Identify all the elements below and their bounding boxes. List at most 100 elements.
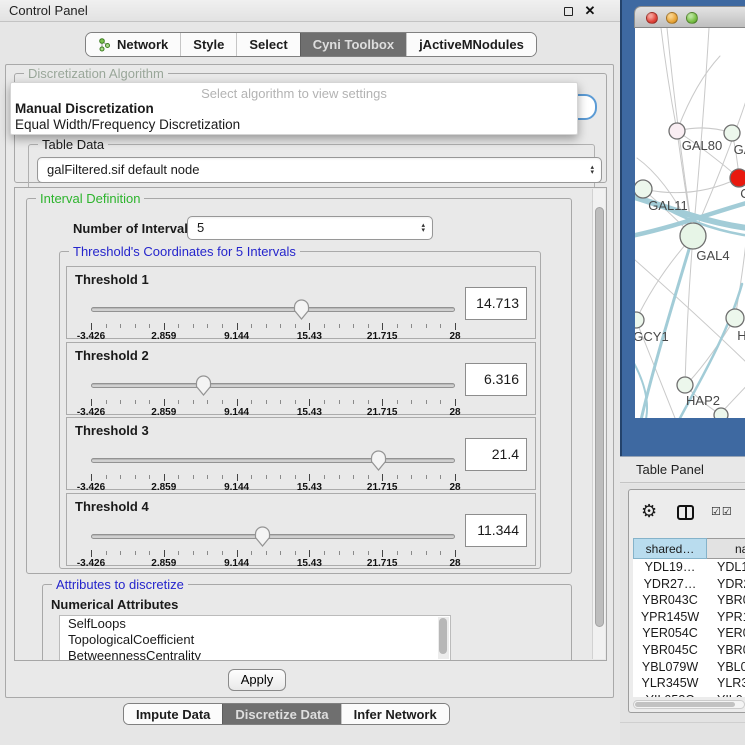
cell-name[interactable]: YLR3 (707, 675, 745, 692)
slider-tick (135, 475, 136, 479)
cell-shared-name[interactable]: YBR045C (633, 642, 707, 659)
gear-icon[interactable]: ⚙ (641, 501, 657, 521)
network-node[interactable] (714, 408, 728, 418)
tab-impute-data[interactable]: Impute Data (124, 704, 222, 724)
cell-name[interactable]: YBL0 (707, 659, 745, 676)
threshold-coordinates-group-title: Threshold's Coordinates for 5 Intervals (69, 244, 300, 259)
threshold-slider[interactable]: -3.4262.8599.14415.4321.71528 (91, 375, 455, 415)
algorithm-option-manual-discretization[interactable]: Manual Discretization (11, 101, 577, 117)
apply-button[interactable]: Apply (228, 669, 286, 691)
table-row[interactable]: YBR043CYBR0 (633, 592, 745, 609)
tab-cyni-toolbox[interactable]: Cyni Toolbox (300, 33, 406, 56)
close-window-button[interactable]: ✕ (580, 0, 600, 22)
network-node-gal4[interactable] (680, 223, 706, 249)
table-row[interactable]: YER054CYER0 (633, 625, 745, 642)
tab-network[interactable]: Network (86, 33, 180, 56)
threshold-value-field[interactable]: 14.713 (465, 287, 527, 320)
settings-vertical-scrollbar[interactable] (592, 189, 605, 659)
cell-shared-name[interactable]: YDL19… (633, 559, 707, 576)
network-node-gal80[interactable] (669, 123, 685, 139)
threshold-value-field[interactable]: 6.316 (465, 363, 527, 396)
slider-tick (440, 324, 441, 328)
attribute-item-selfloops[interactable]: SelfLoops (60, 616, 450, 632)
table-row[interactable]: YPR145WYPR1 (633, 609, 745, 626)
slider-track[interactable] (91, 534, 455, 539)
slider-tick (237, 399, 238, 406)
threshold-value-field[interactable]: 11.344 (465, 514, 527, 547)
tab-jactivemnodules[interactable]: jActiveMNodules (406, 33, 536, 56)
tab-discretize-data[interactable]: Discretize Data (222, 704, 340, 724)
cell-shared-name[interactable]: YPR145W (633, 609, 707, 626)
column-header-shared-name[interactable]: shared… (633, 538, 707, 559)
slider-tick (149, 475, 150, 479)
table-hscrollbar-thumb[interactable] (635, 702, 735, 707)
table-row[interactable]: YBR045CYBR0 (633, 642, 745, 659)
zoom-traffic-light-icon[interactable] (686, 12, 698, 24)
cell-name[interactable]: YBR0 (707, 642, 745, 659)
settings-scrollbar-thumb[interactable] (595, 207, 604, 627)
cell-name[interactable]: YDL1 (707, 559, 745, 576)
cell-shared-name[interactable]: YIL053C (633, 692, 707, 697)
cell-name[interactable]: YIL0 (707, 692, 743, 697)
table-row[interactable]: YIL053CYIL0 (633, 692, 745, 697)
cyni-toolbox-panel: Discretization Algorithm Table Data galF… (5, 64, 614, 698)
cell-name[interactable]: YER0 (707, 625, 745, 642)
slider-track[interactable] (91, 383, 455, 388)
threshold-slider[interactable]: -3.4262.8599.14415.4321.71528 (91, 526, 455, 566)
cell-shared-name[interactable]: YER054C (633, 625, 707, 642)
algorithm-option-equal-width-frequency-discretization[interactable]: Equal Width/Frequency Discretization (11, 117, 577, 133)
tab-select[interactable]: Select (236, 33, 299, 56)
slider-tick (295, 475, 296, 479)
slider-tick (455, 550, 456, 557)
network-node-hap2[interactable] (677, 377, 693, 393)
number-of-intervals-combobox[interactable]: 5 ▴▾ (187, 216, 433, 240)
cell-shared-name[interactable]: YLR345W (633, 675, 707, 692)
slider-thumb[interactable] (370, 450, 387, 471)
close-traffic-light-icon[interactable] (646, 12, 658, 24)
cell-shared-name[interactable]: YBR043C (633, 592, 707, 609)
attributes-list-scrollbar[interactable] (438, 617, 449, 659)
slider-tick (222, 400, 223, 404)
threshold-row-3: Threshold 3-3.4262.8599.14415.4321.71528… (66, 417, 536, 490)
table-data-combobox[interactable]: galFiltered.sif default node ▴▾ (37, 157, 602, 183)
cell-shared-name[interactable]: YDR27… (633, 576, 707, 593)
network-edge (687, 318, 735, 384)
slider-track[interactable] (91, 458, 455, 463)
network-node-h[interactable] (726, 309, 744, 327)
slider-thumb[interactable] (254, 526, 271, 547)
numerical-attributes-list[interactable]: SelfLoopsTopologicalCoefficientBetweenne… (59, 615, 451, 661)
table-row[interactable]: YBL079WYBL0 (633, 659, 745, 676)
table-row[interactable]: YDL19…YDL1 (633, 559, 745, 576)
column-header-name[interactable]: name (707, 538, 745, 559)
network-node-gcy1[interactable] (635, 312, 644, 328)
cell-name[interactable]: YBR0 (707, 592, 745, 609)
table-row[interactable]: YLR345WYLR3 (633, 675, 745, 692)
attributes-scrollbar-thumb[interactable] (439, 618, 447, 654)
slider-thumb[interactable] (195, 375, 212, 396)
threshold-slider[interactable]: -3.4262.8599.14415.4321.71528 (91, 450, 455, 490)
attribute-item-topologicalcoefficient[interactable]: TopologicalCoefficient (60, 632, 450, 648)
slider-tick (368, 324, 369, 328)
threshold-slider[interactable]: -3.4262.8599.14415.4321.71528 (91, 299, 455, 339)
attribute-item-betweennesscentrality[interactable]: BetweennessCentrality (60, 648, 450, 661)
minimize-traffic-light-icon[interactable] (666, 12, 678, 24)
network-window-titlebar[interactable] (634, 6, 745, 28)
checkbox-filter-icons[interactable]: ☑☑ (711, 505, 733, 518)
float-window-button[interactable] (558, 0, 578, 22)
slider-track[interactable] (91, 307, 455, 312)
cell-shared-name[interactable]: YBL079W (633, 659, 707, 676)
tab-infer-network[interactable]: Infer Network (341, 704, 449, 724)
cell-name[interactable]: YDR2 (707, 576, 745, 593)
tab-style[interactable]: Style (180, 33, 236, 56)
table-horizontal-scrollbar[interactable] (633, 700, 745, 709)
slider-tick (222, 324, 223, 328)
column-layout-icon[interactable] (677, 505, 694, 520)
network-node-c[interactable] (730, 169, 745, 187)
network-node-gal11[interactable] (635, 180, 652, 198)
network-node-ga[interactable] (724, 125, 740, 141)
cell-name[interactable]: YPR1 (707, 609, 745, 626)
network-canvas[interactable]: GAL80GACGAL11GAL4GCY1HHAP2 (635, 28, 745, 418)
slider-thumb[interactable] (293, 299, 310, 320)
table-row[interactable]: YDR27…YDR2 (633, 576, 745, 593)
threshold-value-field[interactable]: 21.4 (465, 438, 527, 471)
